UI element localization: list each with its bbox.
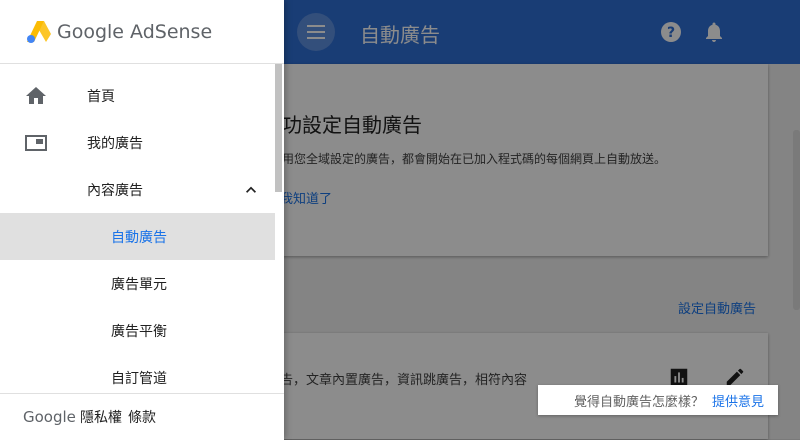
drawer-footer: Google 隱私權 條款 xyxy=(0,393,284,440)
ad-unit-icon xyxy=(25,134,47,151)
nav-item-label: 自訂管道 xyxy=(111,370,167,387)
nav-item-home[interactable]: 首頁 xyxy=(0,72,275,119)
adsense-logo-icon xyxy=(27,21,51,43)
navigation-drawer: Google AdSense 首頁 我的廣告 內容廣告 自動廣告 廣告單元 廣告… xyxy=(0,0,284,440)
drawer-scrollbar[interactable] xyxy=(275,64,282,192)
main-scrollbar[interactable] xyxy=(793,130,800,310)
nav-item-label: 廣告平衡 xyxy=(111,323,167,340)
feedback-bar: 覺得自動廣告怎麼樣？ 提供意見 xyxy=(538,385,778,415)
nav-item-label: 內容廣告 xyxy=(87,182,143,199)
home-icon xyxy=(26,86,46,104)
nav-item-content-ads[interactable]: 內容廣告 xyxy=(0,166,275,213)
chevron-up-icon[interactable] xyxy=(241,180,261,200)
nav-item-my-ads[interactable]: 我的廣告 xyxy=(0,119,275,166)
privacy-link[interactable]: 隱私權 xyxy=(80,407,122,427)
nav-item-label: 我的廣告 xyxy=(87,135,143,152)
nav-item-label: 廣告單元 xyxy=(111,276,167,293)
feedback-question: 覺得自動廣告怎麼樣？ xyxy=(573,394,704,410)
drawer-nav: 首頁 我的廣告 內容廣告 自動廣告 廣告單元 廣告平衡 自訂管道 xyxy=(0,72,275,401)
give-feedback-link[interactable]: 提供意見 xyxy=(712,391,764,410)
nav-item-auto-ads[interactable]: 自動廣告 xyxy=(0,213,275,260)
terms-link[interactable]: 條款 xyxy=(128,407,156,427)
nav-item-ad-balance[interactable]: 廣告平衡 xyxy=(0,307,275,354)
nav-item-label: 自動廣告 xyxy=(111,229,167,246)
drawer-header: Google AdSense xyxy=(0,0,284,64)
footer-google-text: Google xyxy=(23,408,76,426)
nav-item-label: 首頁 xyxy=(87,88,115,105)
logo-text: Google AdSense xyxy=(57,21,213,43)
nav-item-ad-units[interactable]: 廣告單元 xyxy=(0,260,275,307)
